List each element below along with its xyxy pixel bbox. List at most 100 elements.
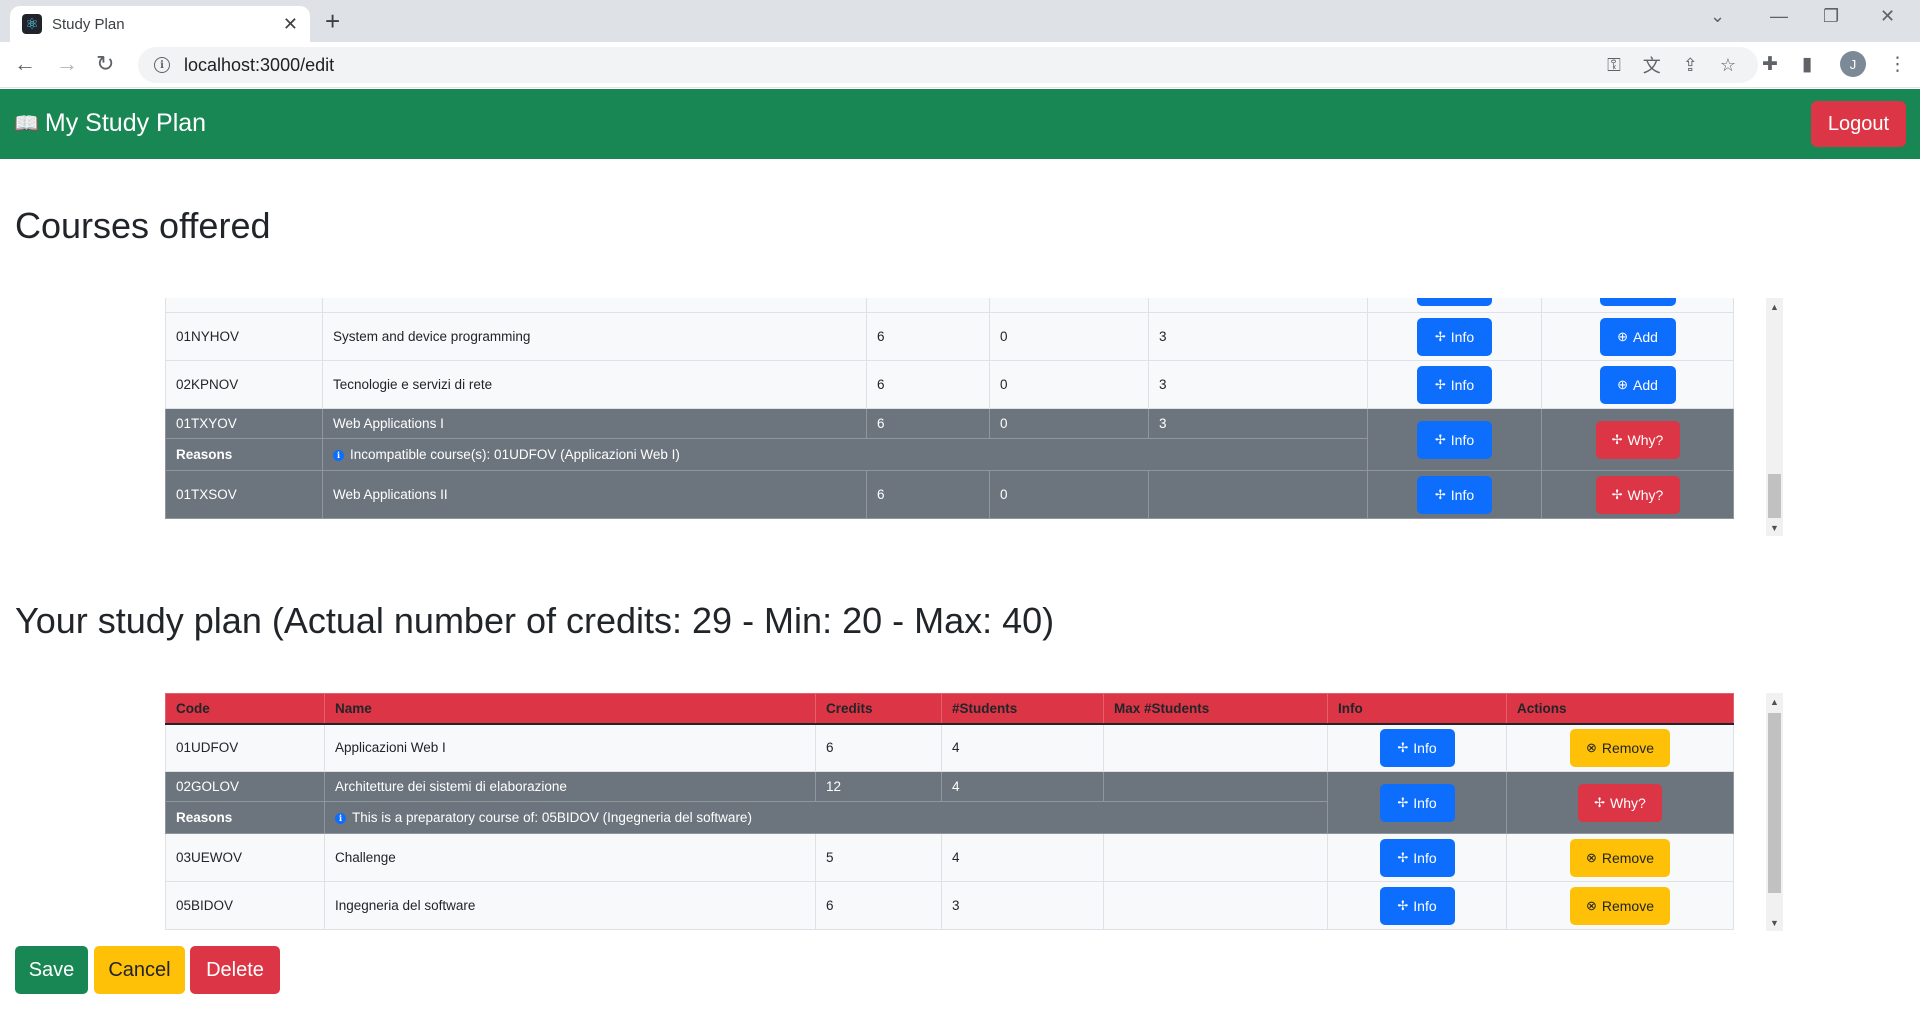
course-max-students	[1103, 723, 1328, 772]
remove-button[interactable]: ⊗ Remove	[1570, 838, 1670, 877]
add-button-label: Add	[1632, 328, 1658, 345]
course-code: 02GOLOV	[165, 771, 325, 802]
why-button[interactable]: ✢ Why?	[1578, 783, 1662, 822]
add-button[interactable]: ⊕ Add	[1599, 317, 1676, 356]
x-circle-icon: ⊗	[1585, 849, 1597, 865]
translate-icon[interactable]: 文	[1643, 52, 1661, 78]
course-students: 0	[989, 360, 1149, 409]
minimize-icon[interactable]: —	[1770, 6, 1788, 27]
url-text[interactable]: localhost:3000/edit	[184, 55, 1607, 76]
key-icon[interactable]: ⚿	[1607, 55, 1621, 76]
plus-icon: ✢	[1397, 794, 1409, 810]
course-name: System and device programming	[322, 312, 867, 361]
course-max-students	[1103, 881, 1328, 930]
remove-button[interactable]: ⊗ Remove	[1570, 728, 1670, 767]
add-button[interactable]	[1599, 298, 1676, 306]
offered-table: 01NYHOV System and device programming 6 …	[165, 298, 1734, 519]
table-row-incompatible: 01TXYOV Web Applications I 6 0 3 ✢ Info ✢…	[165, 408, 1734, 471]
scroll-up-icon[interactable]: ▲	[1766, 693, 1783, 710]
offered-table-viewport[interactable]: 01NYHOV System and device programming 6 …	[165, 298, 1734, 520]
col-header-credits[interactable]: Credits	[815, 693, 942, 725]
table-row-incompatible: 01TXSOV Web Applications II 6 0 ✢ Info ✢ W…	[165, 470, 1734, 519]
course-credits: 6	[866, 360, 990, 409]
remove-button[interactable]: ⊗ Remove	[1570, 886, 1670, 925]
info-button-label: Info	[1413, 849, 1437, 866]
reason-text: Incompatible course(s): 01UDFOV (Applica…	[350, 447, 680, 462]
course-name: Applicazioni Web I	[324, 723, 816, 772]
scroll-thumb[interactable]	[1768, 474, 1781, 518]
profile-avatar[interactable]: J	[1840, 51, 1866, 77]
table-row: 03UEWOV Challenge 5 4 ✢ Info ⊗ Remove	[165, 833, 1734, 882]
course-code: 05BIDOV	[165, 881, 325, 930]
reload-icon[interactable]: ↻	[96, 51, 114, 77]
course-name: Web Applications I	[322, 408, 867, 439]
col-header-name[interactable]: Name	[324, 693, 816, 725]
cancel-button[interactable]: Cancel	[94, 946, 185, 994]
info-button[interactable]: ✢ Info	[1379, 886, 1455, 925]
info-button[interactable]: ✢ Info	[1379, 783, 1455, 822]
new-tab-icon[interactable]: +	[325, 6, 340, 36]
why-button[interactable]: ✢ Why?	[1595, 475, 1680, 514]
plus-icon: ✢	[1611, 486, 1623, 502]
plus-icon: ✢	[1397, 739, 1409, 755]
add-button[interactable]: ⊕ Add	[1599, 365, 1676, 404]
reasons-label: Reasons	[165, 438, 323, 471]
info-button[interactable]: ✢ Info	[1379, 838, 1455, 877]
reasons-label: Reasons	[165, 801, 325, 834]
info-button[interactable]: ✢ Info	[1417, 365, 1492, 404]
bookmark-star-icon[interactable]: ☆	[1720, 55, 1736, 76]
forward-icon[interactable]: →	[56, 51, 78, 77]
table-row: 05BIDOV Ingegneria del software 6 3 ✢ Inf…	[165, 881, 1734, 930]
course-credits: 5	[815, 833, 942, 882]
scroll-down-icon[interactable]: ▼	[1766, 519, 1783, 536]
col-header-info: Info	[1327, 693, 1507, 725]
x-circle-icon: ⊗	[1585, 739, 1597, 755]
brand[interactable]: 📖 My Study Plan	[14, 109, 206, 138]
scroll-thumb[interactable]	[1768, 713, 1781, 893]
col-header-students[interactable]: #Students	[941, 693, 1104, 725]
plan-table-viewport[interactable]: Code Name Credits #Students Max #Student…	[165, 693, 1734, 931]
plus-icon: ✢	[1434, 486, 1446, 502]
info-button[interactable]: ✢ Info	[1417, 475, 1492, 514]
info-button[interactable]: ✢ Info	[1379, 728, 1455, 767]
restore-icon[interactable]: ❐	[1823, 6, 1839, 27]
reason-text: This is a preparatory course of: 05BIDOV…	[352, 810, 752, 825]
share-icon[interactable]: ⇪	[1683, 55, 1698, 76]
delete-button[interactable]: Delete	[190, 946, 280, 994]
course-code: 02KPNOV	[165, 360, 323, 409]
info-button-label: Info	[1413, 794, 1437, 811]
info-button[interactable]: ✢ Info	[1417, 317, 1492, 356]
close-window-icon[interactable]: ✕	[1880, 6, 1895, 27]
course-max-students	[1103, 771, 1328, 802]
back-icon[interactable]: ←	[14, 51, 36, 77]
why-button[interactable]: ✢ Why?	[1595, 420, 1680, 459]
side-panel-icon[interactable]: ▮	[1802, 53, 1812, 76]
scroll-up-icon[interactable]: ▲	[1766, 298, 1783, 315]
info-button-label: Info	[1450, 328, 1475, 345]
course-credits: 6	[815, 881, 942, 930]
offered-scrollbar[interactable]: ▲ ▼	[1766, 298, 1783, 536]
browser-tab[interactable]: ⚛ Study Plan ✕	[10, 6, 310, 42]
tab-search-icon[interactable]: ⌄	[1710, 6, 1725, 27]
browser-toolbar: ← → ↻ i localhost:3000/edit ⚿ 文 ⇪ ☆ ✚ ▮ …	[0, 42, 1920, 88]
logout-button[interactable]: Logout	[1811, 101, 1906, 147]
why-button-label: Why?	[1627, 431, 1664, 448]
site-info-icon[interactable]: i	[154, 57, 170, 73]
course-students: 4	[941, 771, 1104, 802]
course-code: 01NYHOV	[165, 312, 323, 361]
course-credits: 12	[815, 771, 942, 802]
menu-kebab-icon[interactable]: ⋮	[1888, 53, 1907, 76]
close-tab-icon[interactable]: ✕	[283, 14, 298, 35]
address-bar[interactable]: i localhost:3000/edit ⚿ 文 ⇪ ☆	[138, 47, 1758, 83]
info-button-label: Info	[1450, 431, 1475, 448]
remove-button-label: Remove	[1601, 897, 1655, 914]
save-button[interactable]: Save	[15, 946, 88, 994]
extensions-icon[interactable]: ✚	[1762, 53, 1778, 76]
col-header-max-students[interactable]: Max #Students	[1103, 693, 1328, 725]
course-name: Ingegneria del software	[324, 881, 816, 930]
info-button[interactable]	[1417, 298, 1492, 306]
info-button[interactable]: ✢ Info	[1417, 420, 1492, 459]
plan-scrollbar[interactable]: ▲ ▼	[1766, 693, 1783, 931]
scroll-down-icon[interactable]: ▼	[1766, 914, 1783, 931]
col-header-code[interactable]: Code	[165, 693, 325, 725]
